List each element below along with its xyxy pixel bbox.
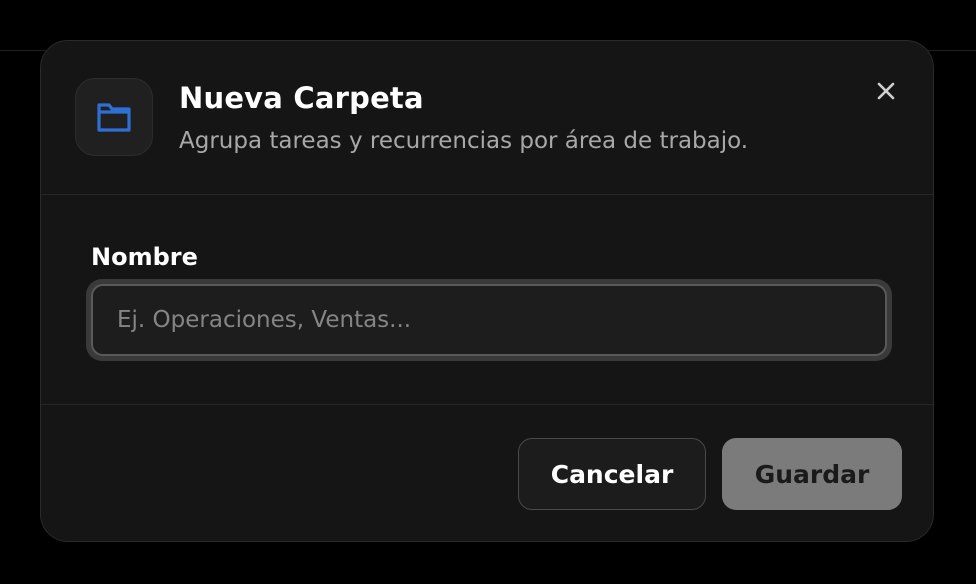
cancel-button[interactable]: Cancelar [518,438,706,510]
name-input[interactable] [91,284,887,356]
name-field-focus-ring [86,279,892,361]
new-folder-dialog: Nueva Carpeta Agrupa tareas y recurrenci… [40,40,934,542]
dialog-footer: Cancelar Guardar [41,405,933,541]
dialog-body: Nombre [41,195,933,405]
name-label: Nombre [91,243,198,271]
close-button[interactable] [870,75,902,107]
folder-icon-tile [75,78,153,156]
dialog-header: Nueva Carpeta Agrupa tareas y recurrenci… [41,41,933,195]
close-icon [877,82,895,100]
folder-icon [97,103,131,132]
dialog-subtitle: Agrupa tareas y recurrencias por área de… [179,128,749,154]
save-button[interactable]: Guardar [722,438,902,510]
dialog-title: Nueva Carpeta [179,81,424,115]
